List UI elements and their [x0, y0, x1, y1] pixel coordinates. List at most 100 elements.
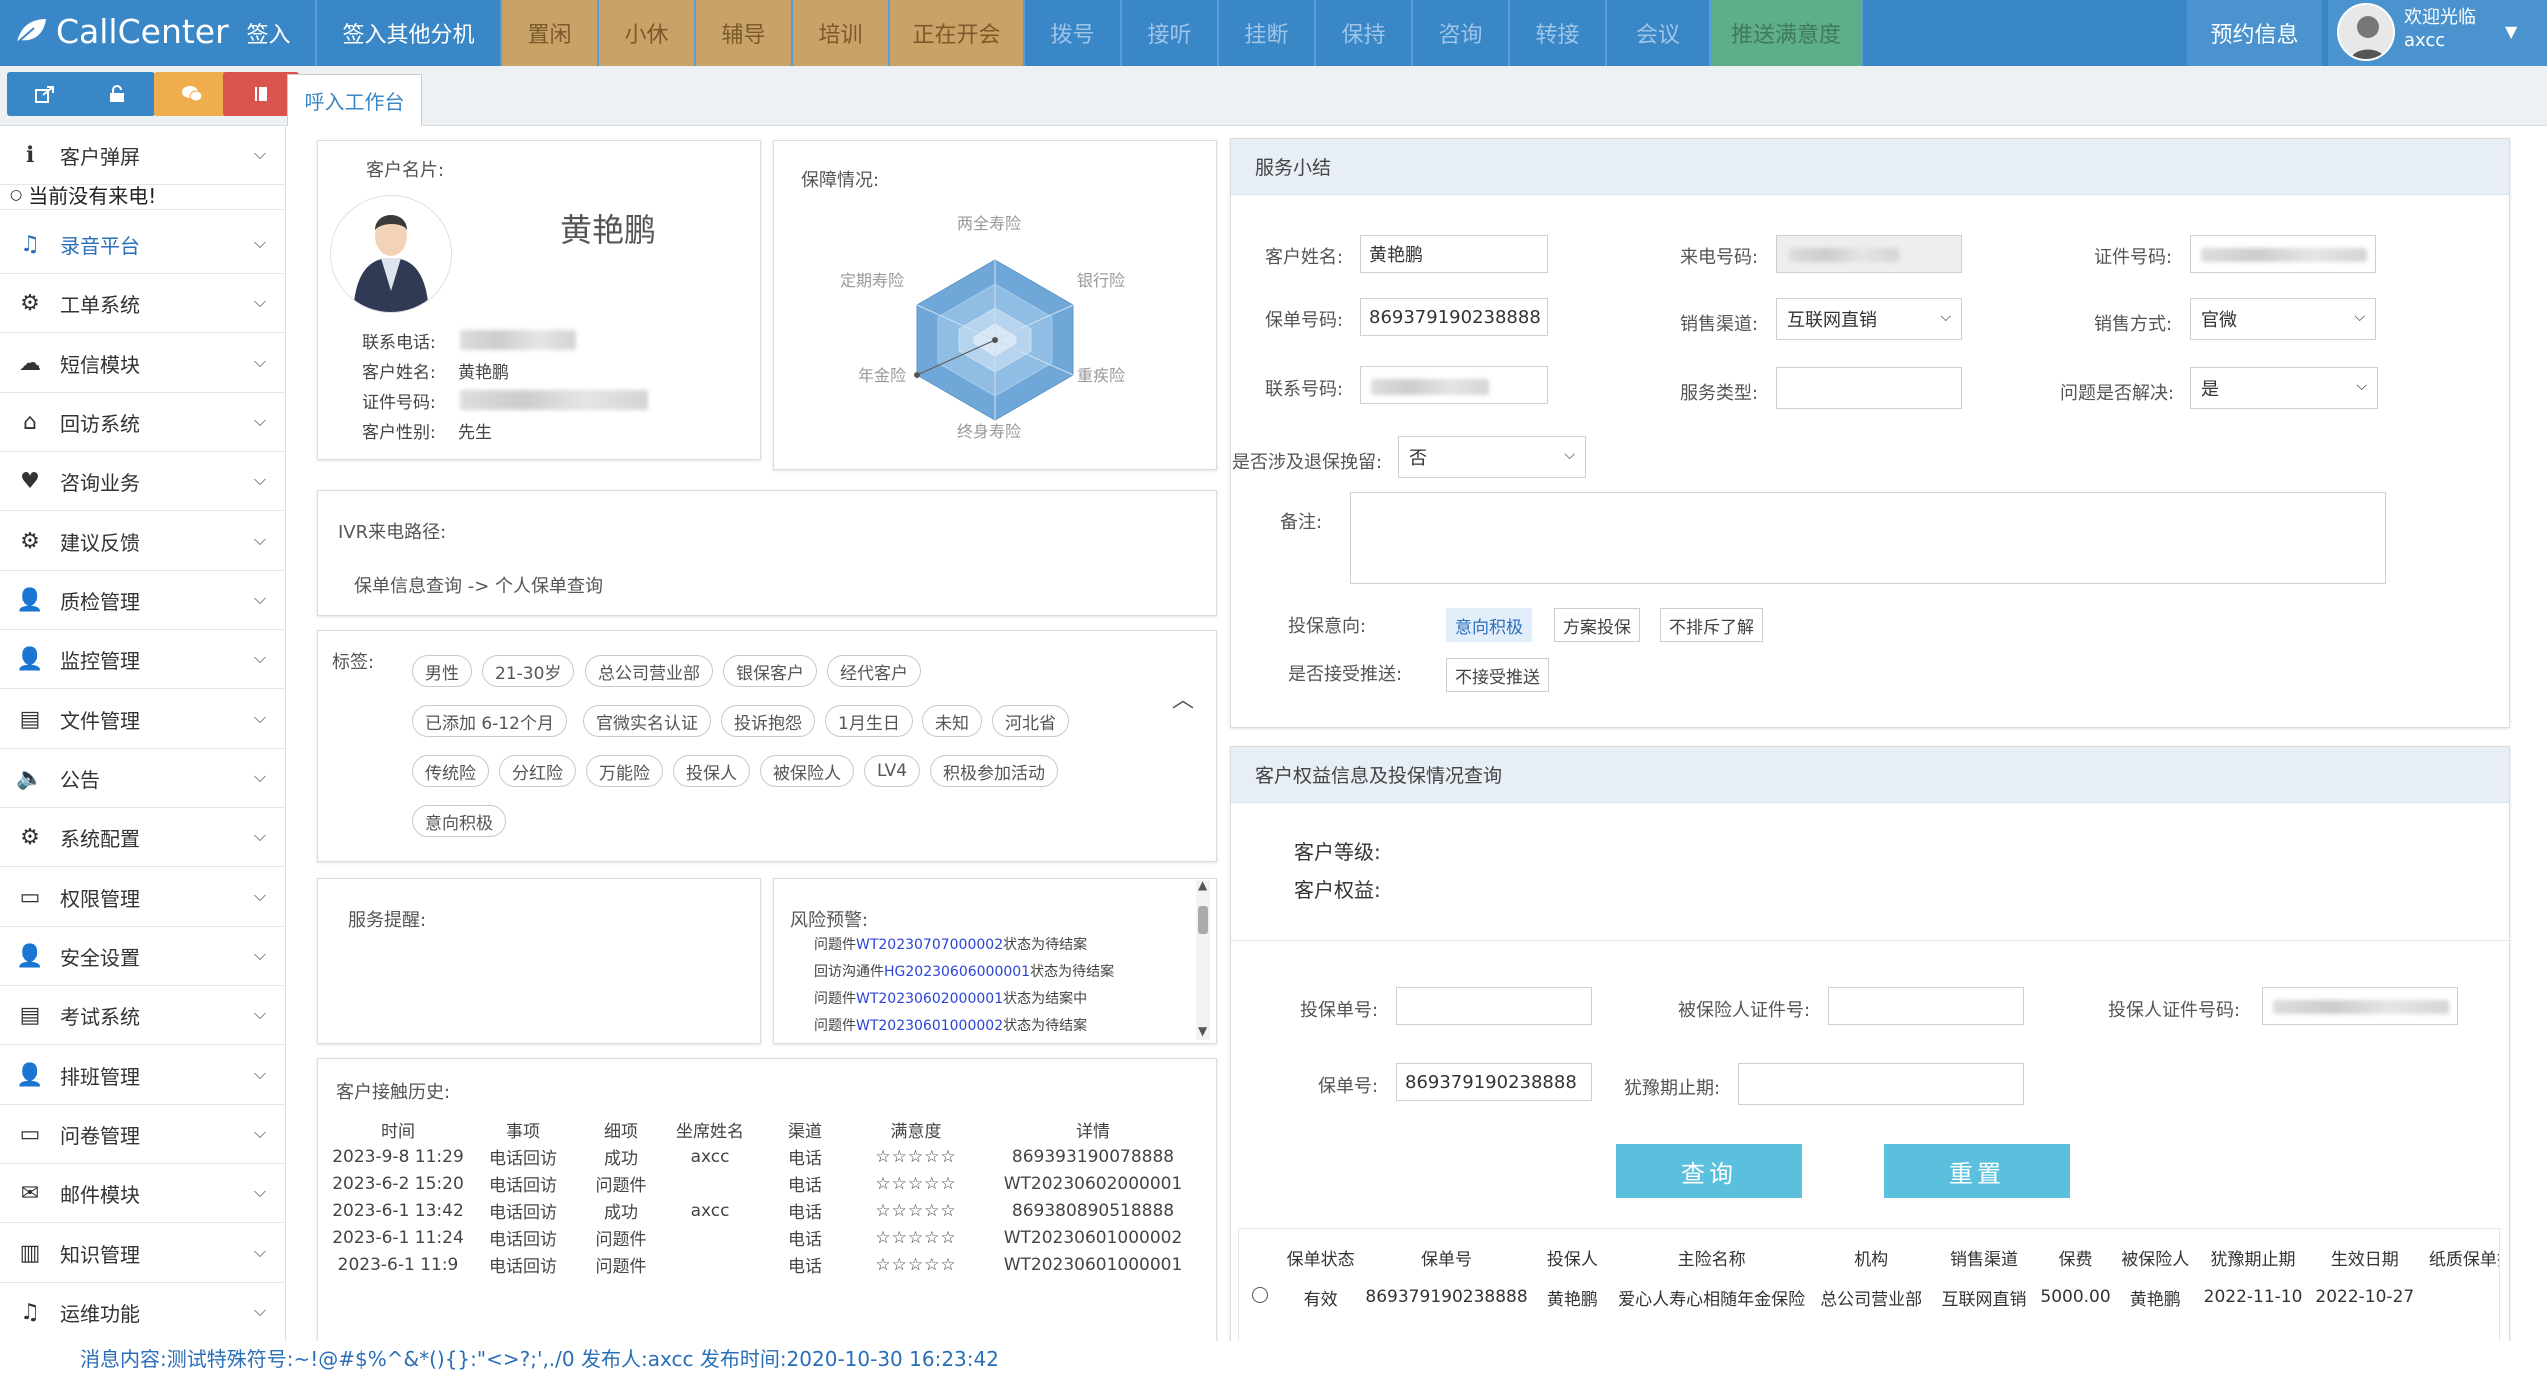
tag-chip[interactable]: 投保人 [673, 755, 750, 787]
hesitation-input[interactable] [1738, 1063, 2024, 1105]
sidebar-item[interactable]: ☁ 短信模块 ⌵ [0, 334, 286, 393]
sidebar-item[interactable]: ♥ 咨询业务 ⌵ [0, 452, 286, 511]
risk-link[interactable]: WT20230707000002 [856, 937, 1003, 953]
tag-chip[interactable]: 男性 [412, 655, 472, 687]
resolved-select[interactable]: 是 ⌵ [2190, 367, 2378, 409]
sidebar-item[interactable]: ▤ 考试系统 ⌵ [0, 986, 286, 1045]
holder-id-input[interactable] [2262, 987, 2458, 1025]
tag-chip[interactable]: LV4 [864, 755, 921, 787]
share-icon[interactable] [7, 72, 83, 116]
tag-chip[interactable]: 21-30岁 [482, 655, 575, 687]
transfer-button[interactable]: 转接 [1510, 0, 1607, 66]
sidebar-item[interactable]: ▭ 权限管理 ⌵ [0, 868, 286, 927]
tag-chip[interactable]: 河北省 [992, 705, 1069, 737]
tag-chip[interactable]: 积极参加活动 [930, 755, 1058, 787]
tab-inbound-workbench[interactable]: 呼入工作台 [287, 74, 422, 126]
tag-chip[interactable]: 意向积极 [412, 805, 506, 837]
remark-textarea[interactable] [1350, 492, 2386, 584]
risk-link[interactable]: WT20230601000002 [856, 1018, 1003, 1034]
scroll-down-icon[interactable]: ▼ [1198, 1024, 1207, 1038]
scrollbar[interactable]: ▲ ▼ [1196, 878, 1210, 1040]
short-break-button[interactable]: 小休 [599, 0, 696, 66]
caret-down-icon[interactable]: ▼ [2505, 22, 2517, 41]
sidebar-item[interactable]: ♫ 运维功能 ⌵ [0, 1283, 286, 1342]
scroll-up-icon[interactable]: ▲ [1198, 878, 1207, 892]
tag-chip[interactable]: 投诉抱怨 [721, 705, 815, 737]
coaching-button[interactable]: 辅导 [696, 0, 793, 66]
set-idle-button[interactable]: 置闲 [502, 0, 599, 66]
scrollbar-thumb[interactable] [1198, 906, 1208, 934]
tag-chip[interactable]: 1月生日 [825, 705, 913, 737]
tag-chip[interactable]: 被保险人 [760, 755, 854, 787]
training-button[interactable]: 培训 [793, 0, 890, 66]
unlock-icon[interactable] [79, 72, 155, 116]
query-button[interactable]: 查询 [1616, 1144, 1802, 1198]
rights-policy-input[interactable]: 869379190238888 [1396, 1063, 1592, 1101]
tag-chip[interactable]: 银保客户 [723, 655, 817, 687]
id-number-input[interactable] [2190, 235, 2376, 273]
checkin-other-ext-button[interactable]: 签入其他分机 [317, 0, 502, 66]
history-detail[interactable]: 869380890518888 [978, 1197, 1208, 1224]
sidebar-item[interactable]: ⚙ 工单系统 ⌵ [0, 274, 286, 333]
answer-button[interactable]: 接听 [1122, 0, 1219, 66]
history-detail[interactable]: 869393190078888 [978, 1143, 1208, 1170]
tag-chip[interactable]: 官微实名认证 [583, 705, 711, 737]
tag-chip[interactable]: 传统险 [412, 755, 489, 787]
hangup-button[interactable]: 挂断 [1219, 0, 1316, 66]
push-option[interactable]: 不接受推送 [1446, 658, 1549, 692]
sidebar-item[interactable]: ⌂ 回访系统 ⌵ [0, 393, 286, 452]
history-detail[interactable]: WT20230602000001 [978, 1170, 1208, 1197]
contact-input[interactable] [1360, 366, 1548, 404]
policy-policy[interactable]: 869379190238888 [1359, 1277, 1533, 1317]
sidebar-item[interactable]: ▭ 问卷管理 ⌵ [0, 1105, 286, 1164]
risk-link[interactable]: HG20230606000001 [884, 964, 1030, 980]
sidebar-item[interactable]: 👤 监控管理 ⌵ [0, 630, 286, 689]
sidebar-item[interactable]: ⚙ 系统配置 ⌵ [0, 808, 286, 867]
tag-chip[interactable]: 已添加 6-12个月 [412, 705, 567, 737]
cust-name-input[interactable]: 黄艳鹏 [1360, 235, 1548, 273]
consult-button[interactable]: 咨询 [1413, 0, 1510, 66]
intent-option[interactable]: 方案投保 [1554, 608, 1640, 642]
intent-option[interactable]: 不排斥了解 [1660, 608, 1763, 642]
hold-button[interactable]: 保持 [1316, 0, 1413, 66]
tag-chip[interactable]: 经代客户 [827, 655, 921, 687]
channel-select[interactable]: 互联网直销 ⌵ [1776, 298, 1962, 340]
sidebar-item[interactable]: ♫ 录音平台 ⌵ [0, 215, 286, 274]
caller-input[interactable] [1776, 235, 1962, 273]
sidebar-item[interactable]: 👤 质检管理 ⌵ [0, 571, 286, 630]
radio-button[interactable] [1252, 1286, 1269, 1303]
policy-no-input[interactable] [1396, 987, 1592, 1025]
chevron-up-icon[interactable]: ︿ [1172, 682, 1194, 714]
sidebar-item[interactable]: ▥ 知识管理 ⌵ [0, 1224, 286, 1283]
risk-link[interactable]: WT20230602000001 [856, 991, 1003, 1007]
insured-id-input[interactable] [1828, 987, 2024, 1025]
checkin-button[interactable]: 签入 [222, 0, 317, 66]
conference-button[interactable]: 会议 [1607, 0, 1711, 66]
reset-button[interactable]: 重置 [1884, 1144, 2070, 1198]
sidebar-item[interactable]: ▤ 文件管理 ⌵ [0, 690, 286, 749]
sidebar-item[interactable]: ℹ 客户弹屏 ⌵ [0, 126, 286, 185]
tag-chip[interactable]: 未知 [922, 705, 982, 737]
intent-option[interactable]: 意向积极 [1446, 608, 1532, 642]
tag-chip[interactable]: 总公司营业部 [585, 655, 713, 687]
sidebar-item[interactable]: ⚙ 建议反馈 ⌵ [0, 512, 286, 571]
method-select[interactable]: 官微 ⌵ [2190, 298, 2376, 340]
sidebar-item[interactable]: 👤 安全设置 ⌵ [0, 927, 286, 986]
history-detail[interactable]: WT20230601000001 [978, 1251, 1208, 1278]
policy-input[interactable]: 869379190238888 [1360, 298, 1548, 336]
in-meeting-button[interactable]: 正在开会 [890, 0, 1025, 66]
tag-chip[interactable]: 万能险 [586, 755, 663, 787]
tag-chip[interactable]: 分红险 [499, 755, 576, 787]
history-detail[interactable]: WT20230601000002 [978, 1224, 1208, 1251]
avatar[interactable] [2337, 3, 2395, 61]
sidebar-item[interactable]: 🔈 公告 ⌵ [0, 749, 286, 808]
service-type-input[interactable] [1776, 367, 1962, 409]
table-row[interactable]: 有效 869379190238888 黄艳鹏 爱心人寿心相随年金保险 总公司营业部 互联网… [1239, 1277, 2499, 1317]
sidebar-item[interactable]: ✉ 邮件模块 ⌵ [0, 1164, 286, 1223]
retention-select[interactable]: 否 ⌵ [1398, 436, 1586, 478]
dial-button[interactable]: 拨号 [1025, 0, 1122, 66]
sidebar-item[interactable]: 👤 排班管理 ⌵ [0, 1046, 286, 1105]
chat-icon[interactable] [154, 72, 230, 116]
push-satisfaction-button[interactable]: 推送满意度 [1711, 0, 1863, 66]
appointment-button[interactable]: 预约信息 [2187, 0, 2322, 66]
